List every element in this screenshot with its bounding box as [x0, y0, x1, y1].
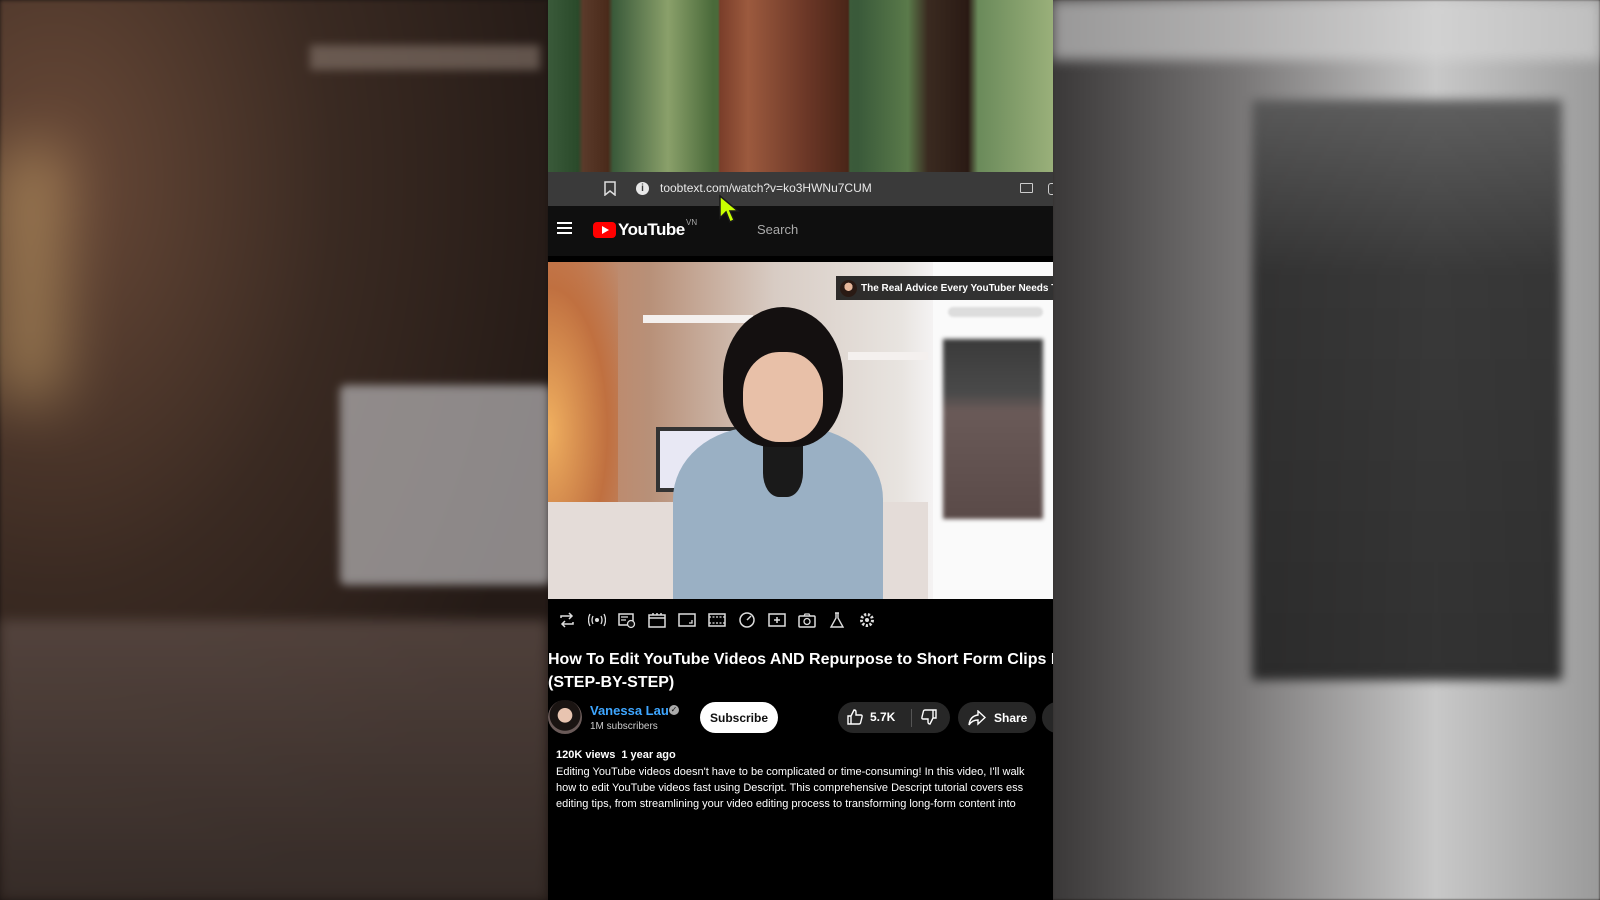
channel-name[interactable]: Vanessa Lau [590, 703, 669, 718]
screen-bar [948, 307, 1043, 317]
like-dislike-group: 5.7K [838, 702, 950, 733]
bookmark-icon[interactable] [604, 181, 616, 196]
description-box[interactable]: 120K views 1 year ago Editing YouTube vid… [548, 749, 1053, 817]
share-button[interactable]: Share [958, 702, 1036, 733]
youtube-logo[interactable]: YouTube VN [593, 218, 697, 240]
settings-icon[interactable] [858, 611, 876, 629]
tab-icon[interactable] [1048, 183, 1053, 195]
country-code: VN [686, 218, 698, 227]
subscriber-count: 1M subscribers [590, 721, 658, 732]
search-input[interactable] [757, 214, 1053, 244]
window-glow [0, 150, 60, 400]
thumbs-up-icon [847, 709, 863, 725]
extension-toolbar [548, 605, 1053, 635]
thumbs-down-icon [921, 709, 937, 725]
overlay-avatar [840, 279, 857, 297]
youtube-play-icon [593, 222, 616, 238]
blurred-background-right [1052, 0, 1600, 900]
shelf [643, 315, 753, 323]
video-title-line: How To Edit YouTube Videos AND Repurpose… [548, 651, 1053, 668]
screenshot-list-icon[interactable] [618, 611, 636, 629]
video-overlay-title[interactable]: The Real Advice Every YouTuber Needs To [836, 276, 1053, 300]
url-text[interactable]: toobtext.com/watch?v=ko3HWNu7CUM [660, 181, 872, 195]
more-actions-button[interactable] [1042, 702, 1053, 733]
cast-icon[interactable] [1020, 183, 1033, 193]
channel-avatar[interactable] [548, 700, 582, 734]
video-title-line: (STEP-BY-STEP) [548, 674, 675, 691]
phone-screen: i toobtext.com/watch?v=ko3HWNu7CUM YouTu… [548, 0, 1053, 900]
youtube-header: YouTube VN [548, 206, 1053, 256]
add-clip-icon[interactable] [768, 611, 786, 629]
audio-icon[interactable] [588, 611, 606, 629]
frames-icon[interactable] [708, 611, 726, 629]
blurred-shelf [310, 45, 540, 70]
subscribe-button[interactable]: Subscribe [700, 702, 778, 733]
loop-icon[interactable] [558, 611, 576, 629]
dislike-button[interactable] [920, 708, 938, 731]
youtube-logo-text: YouTube [618, 220, 685, 239]
mouse-cursor-icon [719, 194, 740, 224]
screen-thumbnail [943, 339, 1043, 519]
lab-icon[interactable] [828, 611, 846, 629]
person-face [743, 352, 823, 442]
overlay-title-text: The Real Advice Every YouTuber Needs To [861, 282, 1053, 294]
channel-row: Vanessa Lau ✓ 1M subscribers Subscribe 5… [548, 700, 1053, 736]
camera-icon[interactable] [798, 611, 816, 629]
divider [911, 709, 912, 727]
browser-url-bar[interactable]: i toobtext.com/watch?v=ko3HWNu7CUM [548, 172, 1053, 206]
video-player[interactable]: The Real Advice Every YouTuber Needs To [548, 262, 1053, 599]
resize-icon[interactable] [678, 611, 696, 629]
description-text: how to edit YouTube videos fast using De… [556, 782, 1024, 794]
view-count: 120K views [556, 749, 616, 761]
cinema-icon[interactable] [648, 611, 666, 629]
speed-icon[interactable] [738, 611, 756, 629]
video-title: How To Edit YouTube Videos AND Repurpose… [548, 648, 1053, 694]
shelf [848, 352, 928, 360]
blurred-panel [1252, 100, 1562, 680]
blurred-strip [1052, 0, 1600, 60]
info-icon[interactable]: i [636, 182, 649, 195]
share-label: Share [994, 710, 1028, 725]
description-text: editing tips, from streamlining your vid… [556, 798, 1016, 810]
blurred-monitor [340, 385, 550, 585]
forest-image [548, 0, 1053, 172]
blurred-desk [0, 620, 548, 900]
blurred-background-left [0, 0, 550, 900]
like-button[interactable]: 5.7K [846, 708, 895, 726]
menu-icon[interactable] [557, 222, 572, 234]
description-text: Editing YouTube videos doesn't have to b… [556, 766, 1025, 778]
like-count: 5.7K [870, 710, 896, 724]
upload-age: 1 year ago [621, 749, 676, 761]
share-icon [968, 709, 986, 726]
description-meta: 120K views 1 year ago [556, 749, 1053, 761]
verified-icon: ✓ [669, 705, 679, 715]
